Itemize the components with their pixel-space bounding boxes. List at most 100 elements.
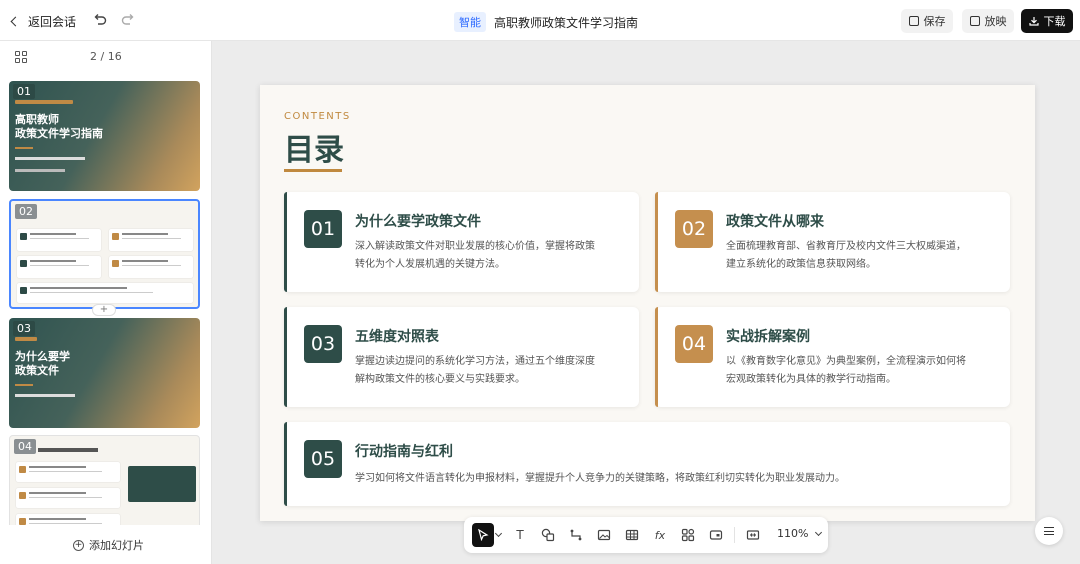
card-accent-bar: [284, 422, 287, 506]
thumb-title-line2: 政策文件: [15, 364, 59, 377]
cursor-arrow-icon: [478, 529, 489, 541]
save-button[interactable]: 保存: [901, 9, 953, 33]
toc-item-3[interactable]: 03 五维度对照表 掌握边读边提问的系统化学习方法，通过五个维度深度 解构政策文…: [284, 307, 639, 407]
download-icon: [1028, 17, 1039, 26]
slide-heading: 目录: [284, 133, 344, 168]
fit-screen-tool[interactable]: [744, 526, 762, 544]
toc-item-1[interactable]: 01 为什么要学政策文件 深入解读政策文件对职业发展的核心价值，掌握将政策 转化…: [284, 192, 639, 292]
chevron-left-icon: [10, 16, 21, 26]
slide-canvas[interactable]: CONTENTS 目录 01 为什么要学政策文件 深入解读政策文件对职业发展的核…: [260, 85, 1035, 521]
select-tool[interactable]: [472, 523, 494, 547]
zoom-selector[interactable]: 110%: [777, 527, 822, 540]
hamburger-icon: [1044, 534, 1054, 536]
media-tool[interactable]: [707, 526, 725, 544]
image-tool[interactable]: [595, 526, 613, 544]
thumb-card: [109, 229, 193, 251]
item-description: 掌握边读边提问的系统化学习方法，通过五个维度深度 解构政策文件的核心要义与实践要…: [355, 353, 595, 389]
card-accent-bar: [655, 307, 658, 407]
add-slide-button[interactable]: + 添加幻灯片: [73, 537, 144, 553]
slide-thumbnail-4[interactable]: 04: [9, 435, 200, 525]
thumb-card: [17, 256, 101, 278]
hamburger-icon: [1044, 527, 1054, 529]
item-desc-line1: 掌握边读边提问的系统化学习方法，通过五个维度深度: [355, 356, 595, 367]
save-icon: [908, 16, 919, 26]
zoom-level: 110%: [777, 527, 809, 540]
present-button[interactable]: 放映: [962, 9, 1014, 33]
back-to-chat-button[interactable]: 返回会话: [10, 12, 76, 30]
slide-thumbnail-2[interactable]: 02: [9, 199, 200, 309]
item-desc-line2: 解构政策文件的核心要义与实践要求。: [355, 374, 525, 385]
thumb-subtitle-bar: [15, 157, 85, 160]
ai-badge: 智能: [454, 12, 486, 32]
present-label: 放映: [984, 15, 1007, 28]
table-icon: [625, 529, 639, 541]
thumb-title: 为什么要学 政策文件: [15, 350, 70, 378]
text-tool[interactable]: T: [511, 526, 529, 544]
item-title: 实战拆解案例: [726, 329, 810, 345]
shape-tool[interactable]: [539, 526, 557, 544]
item-desc-line2: 建立系统化的政策信息获取网络。: [726, 259, 876, 270]
components-tool[interactable]: [679, 526, 697, 544]
plus-circle-icon: +: [73, 539, 84, 551]
menu-button[interactable]: [1035, 517, 1063, 545]
item-number: 05: [304, 440, 342, 478]
card-accent-bar: [284, 192, 287, 292]
thumb-number: 03: [13, 321, 35, 336]
add-slide-label: 添加幻灯片: [89, 539, 144, 552]
hamburger-icon: [1044, 530, 1054, 532]
redo-icon[interactable]: [120, 12, 136, 28]
connector-tool[interactable]: [567, 526, 585, 544]
item-number: 02: [675, 210, 713, 248]
thumb-card: [16, 488, 120, 508]
thumb-title-line2: 政策文件学习指南: [15, 127, 103, 140]
chevron-down-icon[interactable]: [494, 529, 503, 538]
document-title[interactable]: 高职教师政策文件学习指南: [494, 14, 638, 31]
card-accent-bar: [655, 192, 658, 292]
item-title: 为什么要学政策文件: [355, 214, 481, 230]
item-title: 行动指南与红利: [355, 444, 453, 460]
undo-icon[interactable]: [92, 12, 108, 28]
item-desc-line1: 以《教育数字化意见》为典型案例，全流程演示如何将: [726, 356, 966, 367]
download-button[interactable]: 下载: [1021, 9, 1073, 33]
image-icon: [597, 529, 611, 541]
fit-screen-icon: [746, 530, 760, 540]
thumb-divider: [15, 384, 33, 386]
thumb-tag: [15, 337, 37, 341]
top-bar: 返回会话 智能 高职教师政策文件学习指南 保存 放映 下载: [0, 0, 1080, 41]
thumbnail-list[interactable]: 01 高职教师 政策文件学习指南 02 + 03 为什么要学 政策文件 04: [0, 75, 212, 525]
thumb-number: 04: [14, 439, 36, 454]
thumb-highlight-box: [128, 466, 196, 502]
toc-item-5[interactable]: 05 行动指南与红利 学习如何将文件语言转化为申报材料，掌握提升个人竞争力的关键…: [284, 422, 1010, 506]
thumb-heading-bar: [38, 448, 98, 452]
slide-thumbnail-3[interactable]: 03 为什么要学 政策文件: [9, 318, 200, 428]
slide-sidebar: 2 / 16 01 高职教师 政策文件学习指南 02 + 03 为什么要学 政策…: [0, 41, 212, 564]
save-label: 保存: [923, 15, 946, 28]
toolbar-divider: [734, 527, 735, 543]
shapes-icon: [541, 528, 555, 542]
connector-icon: [570, 529, 582, 541]
thumb-card: [17, 229, 101, 251]
thumb-meta-bar: [15, 169, 65, 172]
toc-item-2[interactable]: 02 政策文件从哪来 全面梳理教育部、省教育厅及校内文件三大权威渠道， 建立系统…: [655, 192, 1010, 292]
heading-underline: [284, 169, 342, 172]
document-title-area: 智能 高职教师政策文件学习指南: [454, 12, 638, 32]
item-desc-line2: 宏观政策转化为具体的教学行动指南。: [726, 374, 896, 385]
item-desc-line2: 转化为个人发展机遇的关键方法。: [355, 259, 505, 270]
insert-slide-button[interactable]: +: [92, 304, 116, 316]
thumb-title: 高职教师 政策文件学习指南: [15, 113, 103, 141]
thumb-tag: [15, 100, 73, 104]
item-description: 以《教育数字化意见》为典型案例，全流程演示如何将 宏观政策转化为具体的教学行动指…: [726, 353, 966, 389]
grid-view-icon[interactable]: [15, 51, 27, 63]
table-tool[interactable]: [623, 526, 641, 544]
contents-eyebrow: CONTENTS: [284, 111, 351, 122]
thumb-number: 01: [13, 84, 35, 99]
item-desc-line1: 深入解读政策文件对职业发展的核心价值，掌握将政策: [355, 241, 595, 252]
formula-tool[interactable]: fx: [651, 526, 669, 544]
item-description: 深入解读政策文件对职业发展的核心价值，掌握将政策 转化为个人发展机遇的关键方法。: [355, 238, 595, 274]
thumb-card: [109, 256, 193, 278]
item-title: 五维度对照表: [355, 329, 439, 345]
slide-thumbnail-1[interactable]: 01 高职教师 政策文件学习指南: [9, 81, 200, 191]
toc-item-4[interactable]: 04 实战拆解案例 以《教育数字化意见》为典型案例，全流程演示如何将 宏观政策转…: [655, 307, 1010, 407]
thumb-subtitle-bar: [15, 394, 75, 397]
item-desc-line1: 学习如何将文件语言转化为申报材料，掌握提升个人竞争力的关键策略，将政策红利切实转…: [355, 473, 845, 484]
